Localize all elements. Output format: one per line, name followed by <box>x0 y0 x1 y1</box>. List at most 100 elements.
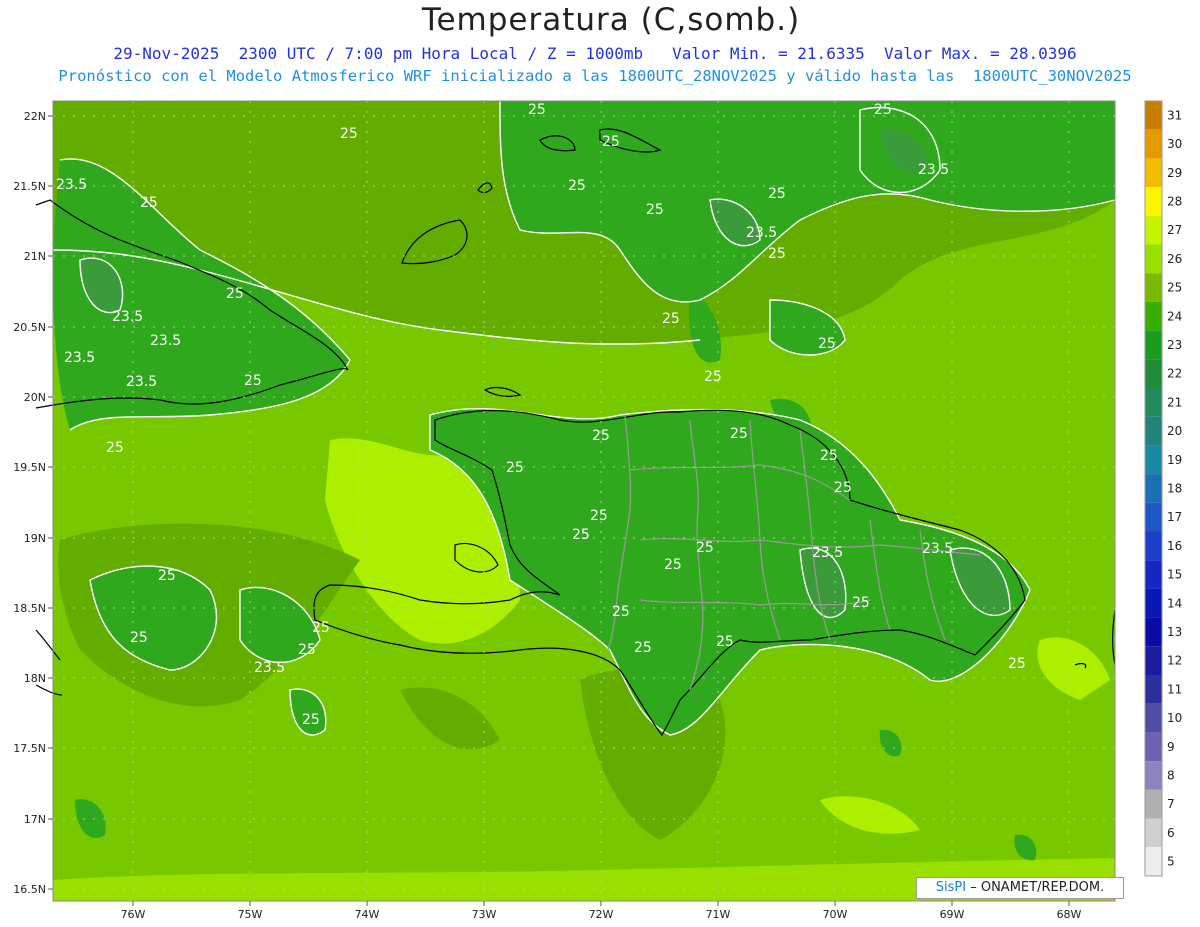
contour-label: 23.5 <box>254 660 285 676</box>
colorbar-label: 9 <box>1167 740 1175 754</box>
lon-label: 75W <box>238 908 263 921</box>
lat-label: 21.5N <box>13 180 46 193</box>
colorbar-swatch <box>1145 215 1162 245</box>
contour-label: 25 <box>768 186 786 202</box>
lat-label: 22N <box>24 110 46 123</box>
colorbar-swatch <box>1145 330 1162 360</box>
contour-label: 25 <box>696 540 714 556</box>
colorbar-label: 15 <box>1167 568 1182 582</box>
colorbar-label: 27 <box>1167 223 1182 237</box>
contour-label: 25 <box>834 480 852 496</box>
contour-label: 25 <box>298 642 316 658</box>
credit-brand: SisPI <box>935 880 967 895</box>
colorbar-swatch <box>1145 474 1162 503</box>
lon-label: 69W <box>940 908 965 921</box>
colorbar-label: 26 <box>1167 252 1182 266</box>
colorbar-label: 5 <box>1167 855 1175 869</box>
contour-label: 25 <box>716 634 734 650</box>
contour-label: 23.5 <box>812 545 843 561</box>
contour-label: 25 <box>226 286 244 302</box>
contour-label: 23.5 <box>112 309 143 325</box>
contour-label: 25 <box>106 440 124 456</box>
colorbar-label: 6 <box>1167 826 1175 840</box>
contour-label: 23.5 <box>746 225 777 241</box>
contour-label: 25 <box>572 527 590 543</box>
colorbar-swatch <box>1145 445 1162 475</box>
colorbar-swatch <box>1145 359 1162 388</box>
colorbar-swatch <box>1145 560 1162 589</box>
lon-label: 73W <box>472 908 497 921</box>
contour-label: 25 <box>140 195 158 211</box>
contour-label: 25 <box>768 246 786 262</box>
contour-label: 25 <box>312 620 330 636</box>
lon-label: 74W <box>355 908 380 921</box>
contour-label: 25 <box>602 134 620 150</box>
lon-label: 68W <box>1057 908 1082 921</box>
colorbar-swatch <box>1145 301 1162 331</box>
contour-label: 25 <box>568 178 586 194</box>
contour-label: 25 <box>874 102 892 118</box>
contour-label: 25 <box>506 460 524 476</box>
contour-label: 25 <box>730 426 748 442</box>
colorbar-swatch <box>1145 675 1162 704</box>
credit-text: – ONAMET/REP.DOM. <box>966 880 1105 895</box>
lat-label: 16.5N <box>13 883 46 896</box>
colorbar-label: 20 <box>1167 424 1182 438</box>
contour-label: 25 <box>662 311 680 327</box>
contour-label: 23.5 <box>126 374 157 390</box>
colorbar-swatch <box>1145 789 1162 819</box>
lat-label: 19.5N <box>13 461 46 474</box>
colorbar-label: 17 <box>1167 510 1182 524</box>
colorbar-label: 16 <box>1167 539 1182 553</box>
longitude-axis: 76W 75W 74W 73W 72W 71W 70W 69W 68W <box>121 901 1082 921</box>
contour-label: 25 <box>590 508 608 524</box>
lon-label: 71W <box>706 908 731 921</box>
contour-label: 25 <box>130 630 148 646</box>
lat-label: 19N <box>24 532 46 545</box>
contour-label: 25 <box>664 557 682 573</box>
colorbar-label: 13 <box>1167 625 1182 639</box>
contour-label: 25 <box>852 595 870 611</box>
contour-label: 25 <box>1008 656 1026 672</box>
contour-label: 23.5 <box>64 350 95 366</box>
colorbar-label: 28 <box>1167 194 1182 208</box>
lat-label: 21N <box>24 250 46 263</box>
contour-label: 23.5 <box>918 162 949 178</box>
colorbar-swatch <box>1145 273 1162 302</box>
colorbar-label: 31 <box>1167 108 1182 122</box>
colorbar-label: 21 <box>1167 395 1182 409</box>
lat-label: 20N <box>24 391 46 404</box>
contour-label: 23.5 <box>922 541 953 557</box>
colorbar-swatch <box>1145 101 1162 130</box>
colorbar-swatch <box>1145 158 1162 188</box>
contour-label: 25 <box>634 640 652 656</box>
lat-label: 17.5N <box>13 742 46 755</box>
map-canvas: 25 25 25 25 25 25 25 25 23.5 23.5 25 23.… <box>13 100 1182 921</box>
colorbar-swatch <box>1145 531 1162 561</box>
contour-label: 23.5 <box>150 333 181 349</box>
contour-label: 25 <box>646 202 664 218</box>
colorbar-swatch <box>1145 129 1162 159</box>
lon-label: 70W <box>823 908 848 921</box>
colorbar-label: 19 <box>1167 453 1182 467</box>
colorbar-label: 14 <box>1167 596 1182 610</box>
colorbar-swatch <box>1145 187 1162 216</box>
lat-label: 20.5N <box>13 321 46 334</box>
contour-label: 25 <box>244 373 262 389</box>
colorbar-label: 25 <box>1167 281 1182 295</box>
colorbar-label: 7 <box>1167 797 1175 811</box>
colorbar-swatch <box>1145 646 1162 675</box>
contour-label: 25 <box>340 126 358 142</box>
lat-label: 17N <box>24 813 46 826</box>
contour-label: 25 <box>592 428 610 444</box>
contour-label: 25 <box>302 712 320 728</box>
colorbar-label: 11 <box>1167 682 1182 696</box>
colorbar-label: 18 <box>1167 481 1182 495</box>
colorbar-label: 12 <box>1167 654 1182 668</box>
colorbar-swatch <box>1145 847 1162 876</box>
contour-label: 25 <box>612 604 630 620</box>
colorbar-label: 24 <box>1167 309 1182 323</box>
colorbar-swatch <box>1145 416 1162 446</box>
colorbar-label: 29 <box>1167 166 1182 180</box>
colorbar-swatch <box>1145 388 1162 417</box>
